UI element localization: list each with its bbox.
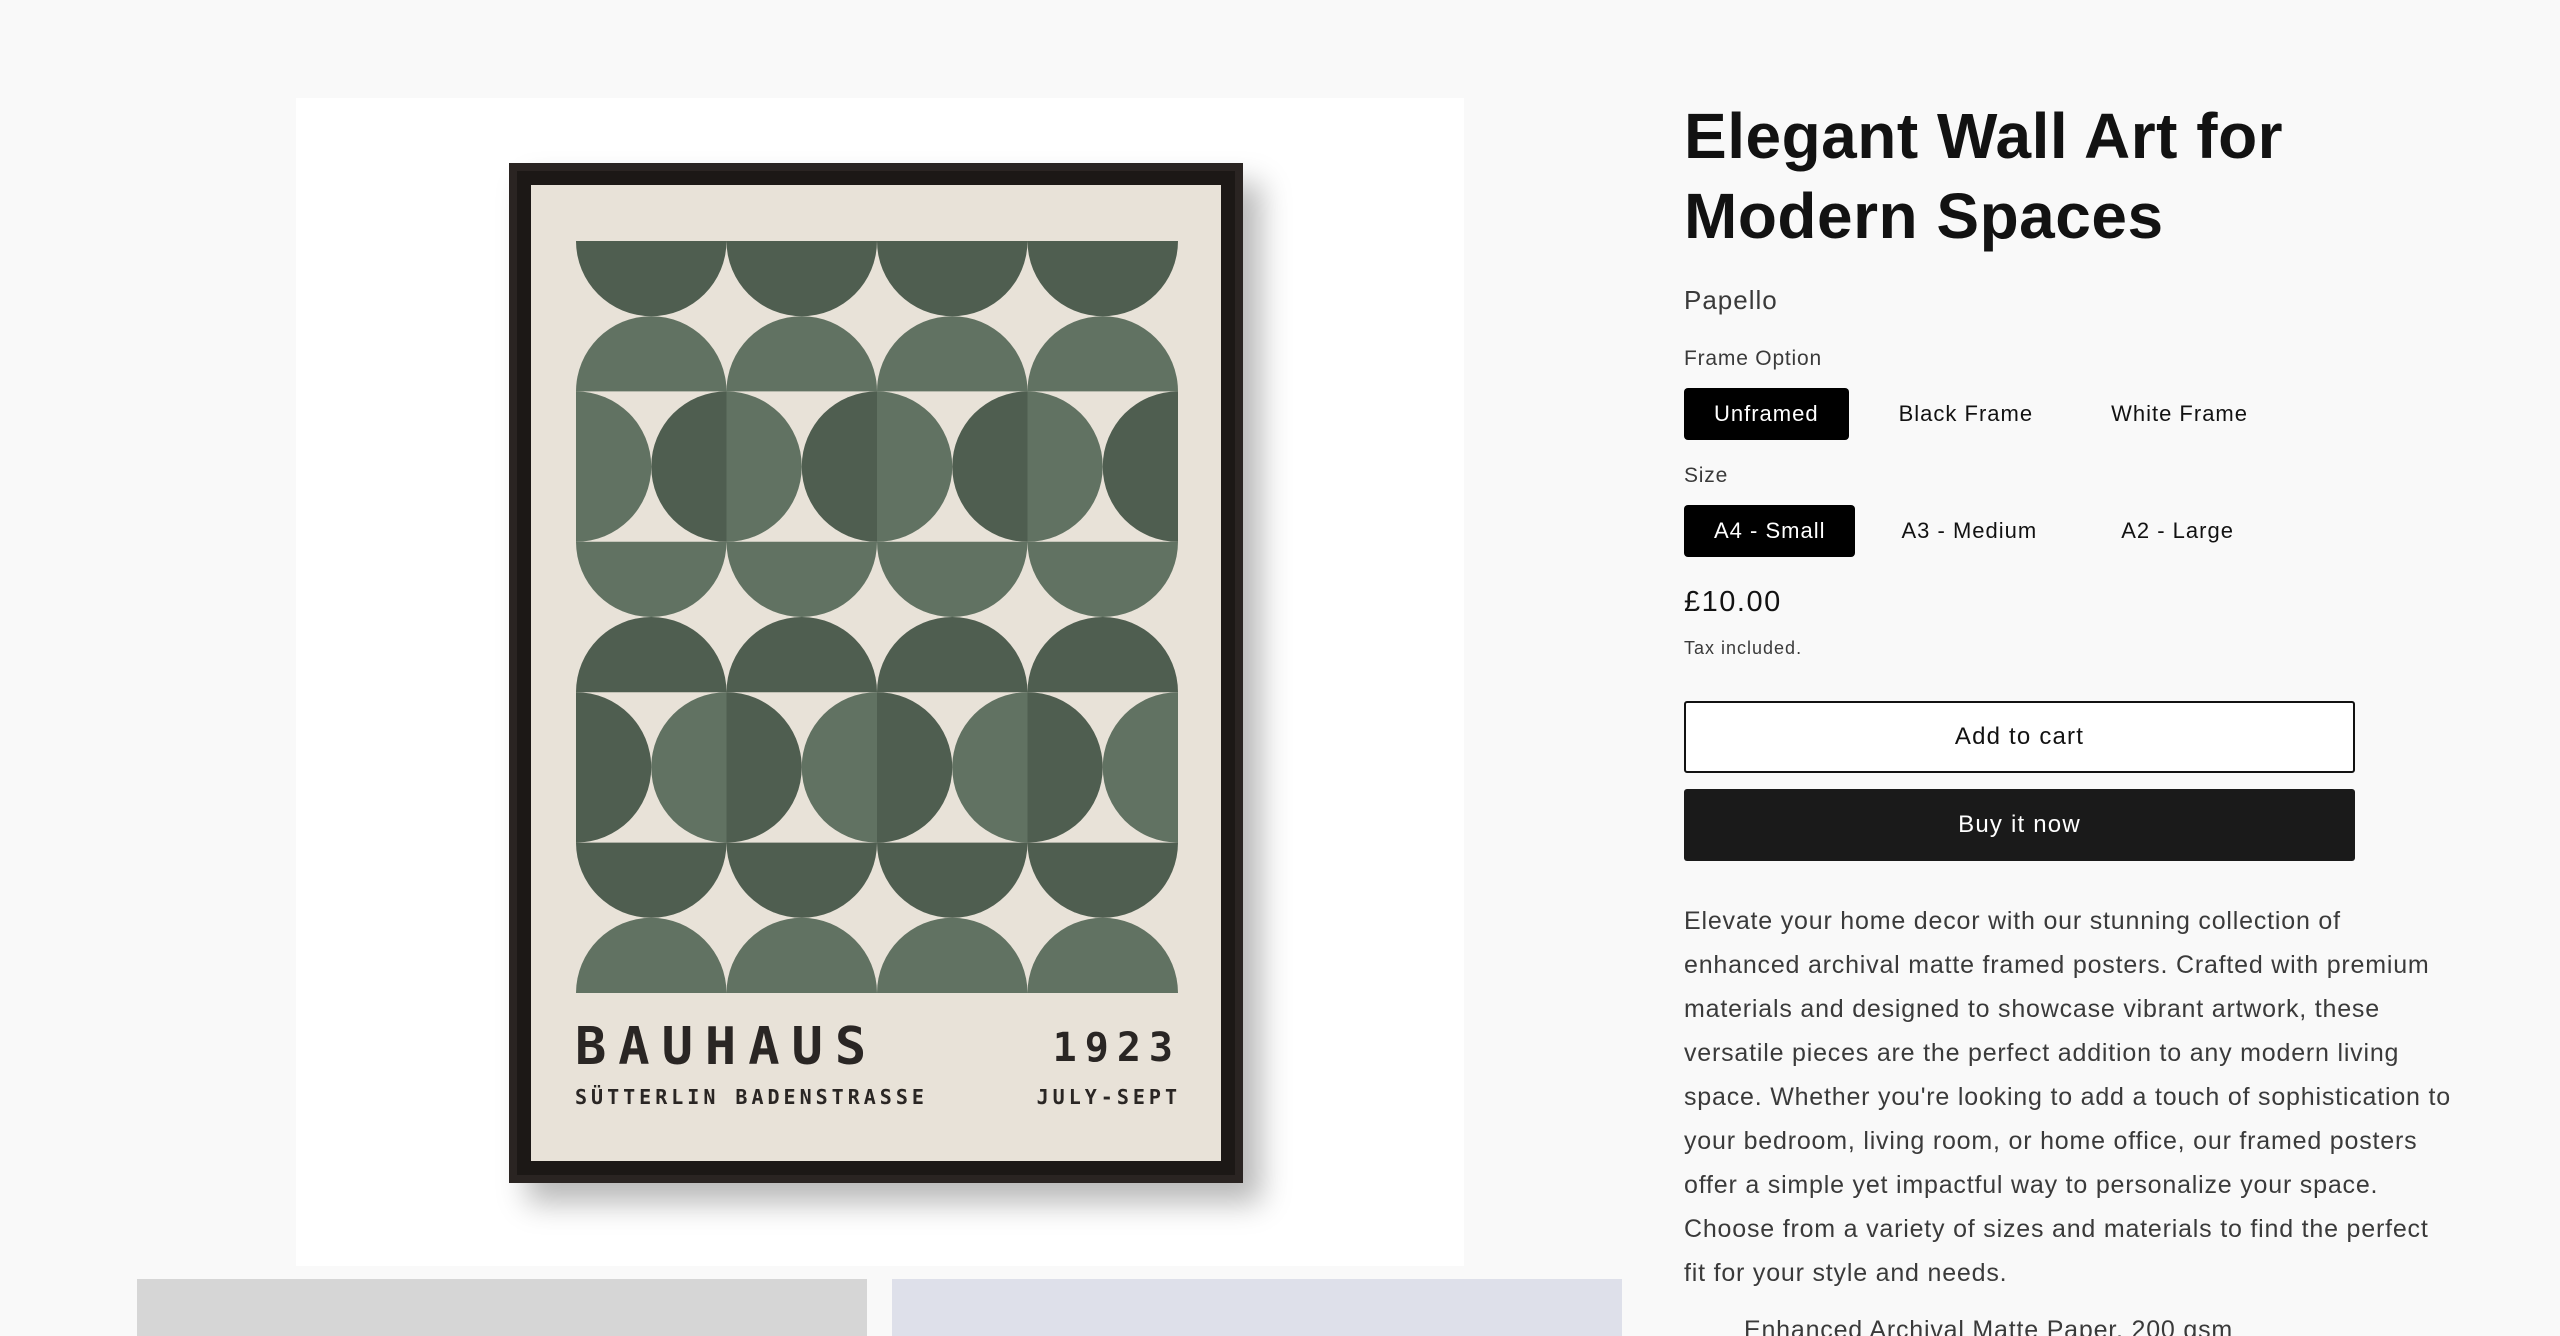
poster-half-circle bbox=[1027, 241, 1178, 317]
poster-half-circle bbox=[576, 617, 727, 693]
poster-half-circle bbox=[801, 692, 877, 843]
poster-half-circle bbox=[726, 241, 877, 317]
poster-half-circle bbox=[1027, 692, 1103, 843]
poster-half-circle bbox=[726, 316, 877, 392]
poster-half-circle bbox=[1027, 617, 1178, 693]
poster-half-circle bbox=[651, 391, 727, 542]
poster-half-circle bbox=[1102, 391, 1178, 542]
poster-half-circle bbox=[877, 692, 953, 843]
poster-year: 1923 bbox=[1052, 1025, 1181, 1071]
poster-half-circle bbox=[726, 842, 877, 918]
poster-half-circle bbox=[576, 842, 727, 918]
poster-half-circle bbox=[726, 692, 802, 843]
buy-now-button[interactable]: Buy it now bbox=[1684, 789, 2355, 861]
poster-title: BAUHAUS bbox=[575, 1017, 879, 1077]
frame-option-unframed[interactable]: Unframed bbox=[1684, 388, 1849, 440]
poster-half-circle bbox=[726, 391, 802, 542]
poster-half-circle bbox=[1027, 917, 1178, 993]
product-title: Elegant Wall Art for Modern Spaces bbox=[1684, 100, 2284, 252]
size-option-a3-medium[interactable]: A3 - Medium bbox=[1871, 505, 2067, 557]
frame-option-black-frame[interactable]: Black Frame bbox=[1869, 388, 2063, 440]
product-price: £10.00 bbox=[1684, 586, 1782, 618]
poster-half-circle bbox=[877, 541, 1028, 617]
poster-half-circle bbox=[877, 842, 1028, 918]
poster-half-circle bbox=[877, 617, 1028, 693]
poster-half-circle bbox=[952, 391, 1028, 542]
poster-half-circle bbox=[877, 391, 953, 542]
poster-half-circle bbox=[576, 391, 652, 542]
poster-half-circle bbox=[876, 917, 1028, 993]
size-option-group: A4 - Small A3 - Medium A2 - Large bbox=[1684, 505, 2278, 557]
poster-half-circle bbox=[576, 241, 727, 317]
poster-half-circle bbox=[726, 917, 877, 993]
poster-dates: JULY-SEPT bbox=[1036, 1085, 1181, 1109]
poster-pattern bbox=[576, 241, 1178, 993]
product-description: Elevate your home decor with our stunnin… bbox=[1684, 907, 2451, 1287]
poster-half-circle bbox=[576, 692, 652, 843]
frame-option-group: Unframed Black Frame White Frame bbox=[1684, 388, 2292, 440]
poster-half-circle bbox=[726, 541, 877, 617]
poster-half-circle bbox=[576, 316, 727, 392]
size-option-a4-small[interactable]: A4 - Small bbox=[1684, 505, 1856, 557]
poster-half-circle bbox=[1027, 541, 1178, 617]
product-vendor: Papello bbox=[1684, 285, 1778, 315]
frame-option-label: Frame Option bbox=[1684, 347, 1822, 370]
product-thumbnail-2[interactable] bbox=[892, 1279, 1622, 1336]
add-to-cart-button[interactable]: Add to cart bbox=[1684, 701, 2355, 773]
poster-half-circle bbox=[877, 316, 1028, 392]
tax-note: Tax included. bbox=[1684, 638, 1803, 658]
poster-half-circle bbox=[576, 541, 727, 617]
poster-half-circle bbox=[801, 391, 877, 542]
poster-half-circle bbox=[1027, 842, 1178, 918]
poster-pattern-group bbox=[576, 241, 1178, 993]
poster-half-circle bbox=[651, 692, 727, 843]
product-page: BAUHAUS SÜTTERLIN BADENSTRASSE 1923 JULY… bbox=[0, 0, 2560, 1336]
poster-half-circle bbox=[576, 917, 727, 993]
product-thumbnail-1[interactable] bbox=[137, 1279, 867, 1336]
feature-list-item: Enhanced Archival Matte Paper, 200 gsm bbox=[1744, 1316, 2234, 1336]
size-option-a2-large[interactable]: A2 - Large bbox=[2091, 505, 2264, 557]
poster-half-circle bbox=[1027, 391, 1103, 542]
poster-frame: BAUHAUS SÜTTERLIN BADENSTRASSE 1923 JULY… bbox=[509, 163, 1243, 1183]
poster-half-circle bbox=[726, 617, 877, 693]
poster-half-circle bbox=[1102, 692, 1178, 843]
poster-half-circle bbox=[952, 692, 1028, 843]
poster-subtitle: SÜTTERLIN BADENSTRASSE bbox=[575, 1085, 928, 1109]
poster-half-circle bbox=[1027, 316, 1178, 392]
product-image-main[interactable]: BAUHAUS SÜTTERLIN BADENSTRASSE 1923 JULY… bbox=[296, 98, 1464, 1266]
bauhaus-poster: BAUHAUS SÜTTERLIN BADENSTRASSE 1923 JULY… bbox=[531, 185, 1221, 1161]
poster-half-circle bbox=[877, 241, 1028, 317]
size-option-label: Size bbox=[1684, 464, 1729, 487]
frame-option-white-frame[interactable]: White Frame bbox=[2081, 388, 2278, 440]
